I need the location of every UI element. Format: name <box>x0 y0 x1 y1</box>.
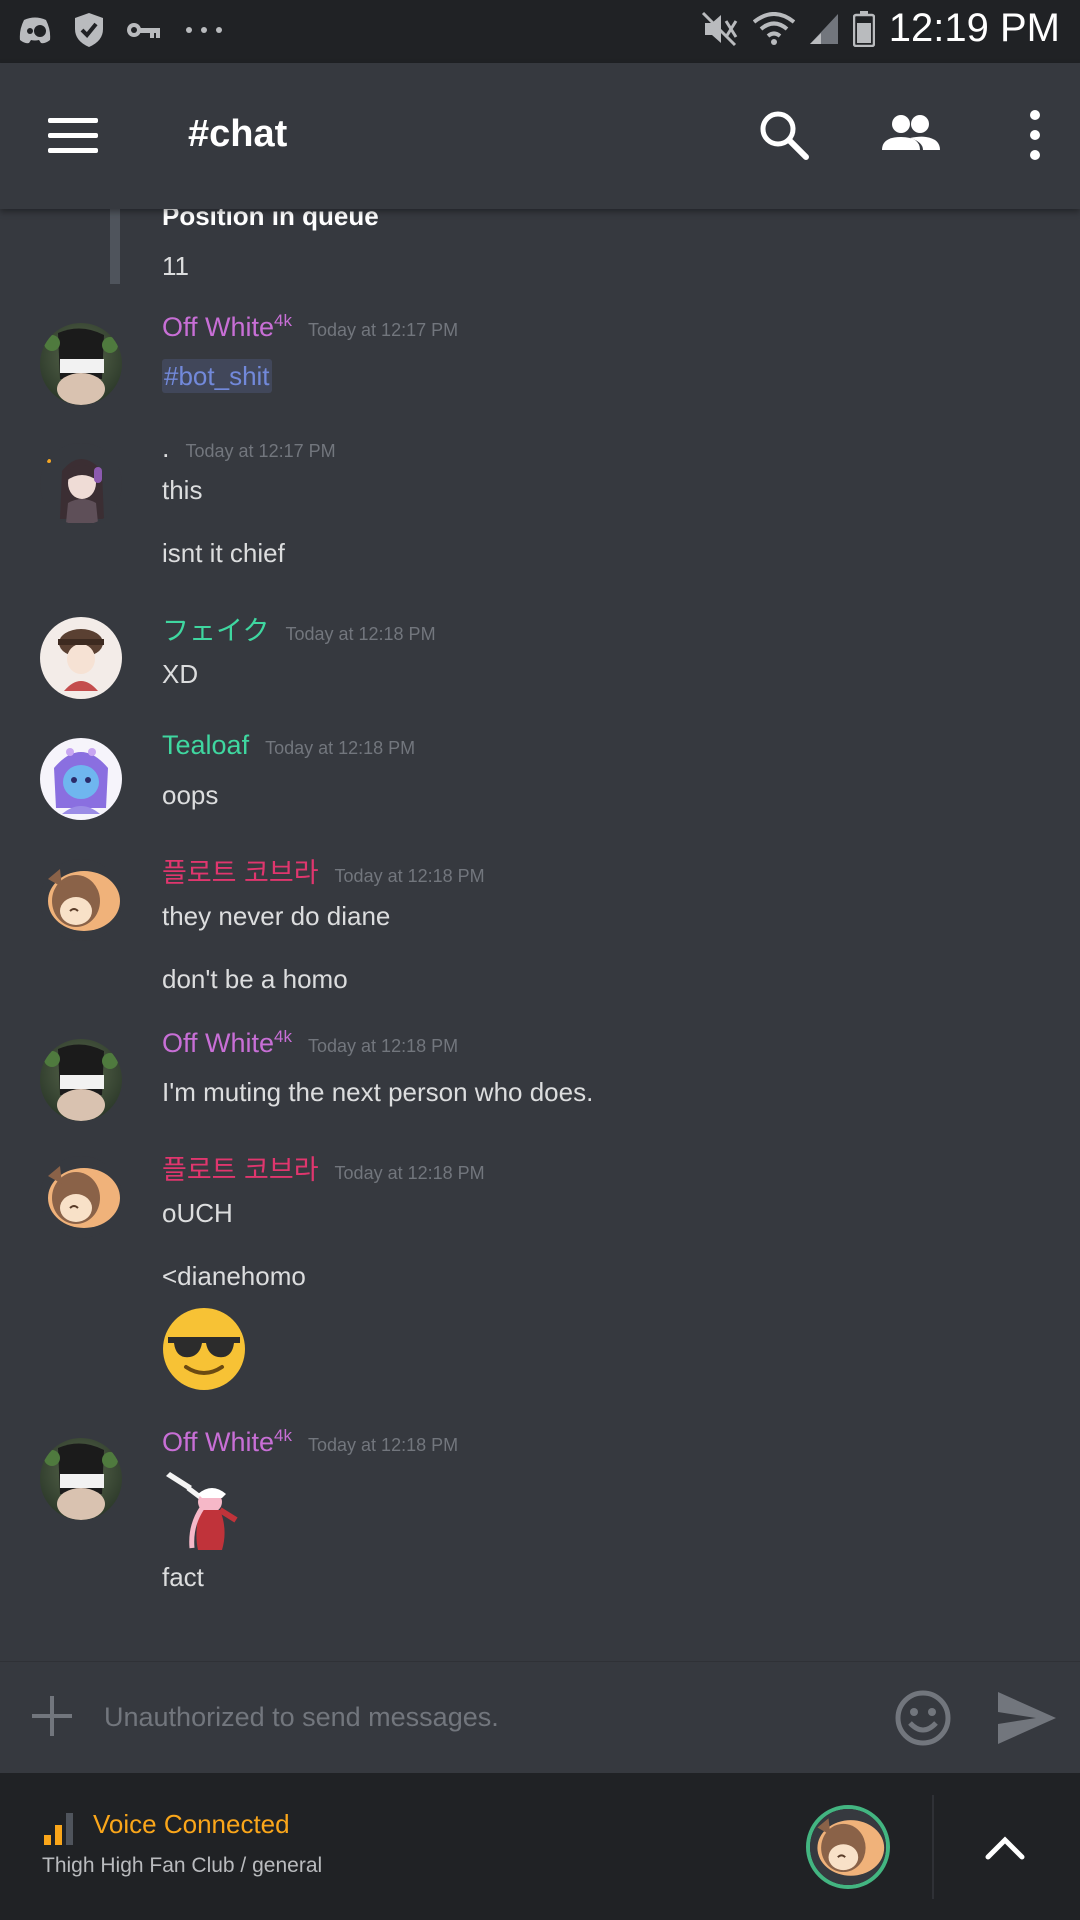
message-text[interactable]: isnt it chief <box>162 538 285 569</box>
avatar[interactable] <box>40 738 122 820</box>
overflow-menu-icon[interactable] <box>1005 105 1065 165</box>
message-text[interactable]: don't be a homo <box>162 964 348 995</box>
message-author[interactable]: Off White4k <box>162 1027 292 1058</box>
divider <box>932 1795 934 1899</box>
members-icon[interactable] <box>880 105 940 165</box>
message-timestamp: Today at 12:18 PM <box>308 1435 459 1455</box>
voice-connection-panel[interactable]: Voice Connected Thigh High Fan Club / ge… <box>0 1773 1080 1920</box>
message-text[interactable]: fact <box>162 1562 204 1593</box>
embed-title: Position in queue <box>162 209 379 231</box>
send-icon[interactable] <box>996 1690 1058 1746</box>
embed-bar <box>110 209 120 284</box>
message-timestamp: Today at 12:18 PM <box>334 1163 485 1183</box>
message-timestamp: Today at 12:18 PM <box>265 738 416 758</box>
menu-icon[interactable] <box>48 118 98 154</box>
mute-icon <box>701 11 738 46</box>
status-bar: 12:19 PM <box>0 0 1080 63</box>
more-dots-icon <box>186 27 222 33</box>
shield-icon <box>75 13 103 47</box>
message-text[interactable]: #bot_shit <box>162 359 272 393</box>
message-input-bar <box>0 1661 1080 1773</box>
message-author[interactable]: Off White4k <box>162 1426 292 1457</box>
message-list[interactable]: Position in queue 11 Off White4k Today at… <box>0 209 1080 1661</box>
avatar[interactable] <box>40 443 122 525</box>
status-time: 12:19 PM <box>888 6 1060 50</box>
avatar[interactable] <box>40 1156 122 1238</box>
voice-channel-name: Thigh High Fan Club / general <box>42 1854 323 1877</box>
voice-signal-icon <box>44 1813 73 1845</box>
message-timestamp: Today at 12:18 PM <box>285 624 436 644</box>
message-author[interactable]: Off White4k <box>162 311 292 342</box>
search-icon[interactable] <box>754 105 814 165</box>
message-text[interactable]: they never do diane <box>162 901 390 932</box>
message-timestamp: Today at 12:18 PM <box>308 1036 459 1056</box>
key-icon <box>127 23 160 38</box>
channel-header: #chat <box>0 63 1080 209</box>
message-author[interactable]: フェイク <box>162 616 269 646</box>
message-text[interactable]: <dianehomo <box>162 1261 306 1292</box>
message-timestamp: Today at 12:17 PM <box>308 320 459 340</box>
chevron-up-icon[interactable] <box>980 1823 1030 1871</box>
message-author[interactable]: Tealoaf <box>162 730 249 760</box>
message-text[interactable]: oUCH <box>162 1198 233 1229</box>
avatar[interactable] <box>40 323 122 405</box>
emoji-icon[interactable] <box>894 1689 952 1747</box>
voice-status: Voice Connected <box>93 1809 290 1839</box>
dab-sticker[interactable] <box>162 1470 246 1554</box>
channel-mention[interactable]: #bot_shit <box>162 359 272 393</box>
message-author[interactable]: . <box>162 433 170 463</box>
avatar[interactable] <box>40 1039 122 1121</box>
message-text[interactable]: oops <box>162 780 218 811</box>
sunglasses-emoji[interactable] <box>162 1307 246 1391</box>
message-timestamp: Today at 12:18 PM <box>334 866 485 886</box>
message-author[interactable]: 플로트 코브라 <box>162 1155 319 1185</box>
wifi-icon <box>752 11 795 45</box>
add-attachment-button[interactable] <box>30 1694 74 1738</box>
message-input[interactable] <box>104 1692 864 1742</box>
message-timestamp: Today at 12:17 PM <box>185 441 336 461</box>
message-text[interactable]: XD <box>162 659 198 690</box>
avatar[interactable] <box>40 617 122 699</box>
avatar[interactable] <box>40 859 122 941</box>
message-author[interactable]: 플로트 코브라 <box>162 858 319 888</box>
message-text[interactable]: this <box>162 475 202 506</box>
avatar[interactable] <box>40 1438 122 1520</box>
message-text[interactable]: I'm muting the next person who does. <box>162 1077 593 1108</box>
signal-icon <box>809 13 838 44</box>
voice-user-avatar[interactable] <box>806 1805 890 1889</box>
discord-icon <box>19 17 51 44</box>
battery-icon <box>852 10 875 47</box>
embed-value: 11 <box>162 251 189 281</box>
channel-title: #chat <box>188 113 288 155</box>
